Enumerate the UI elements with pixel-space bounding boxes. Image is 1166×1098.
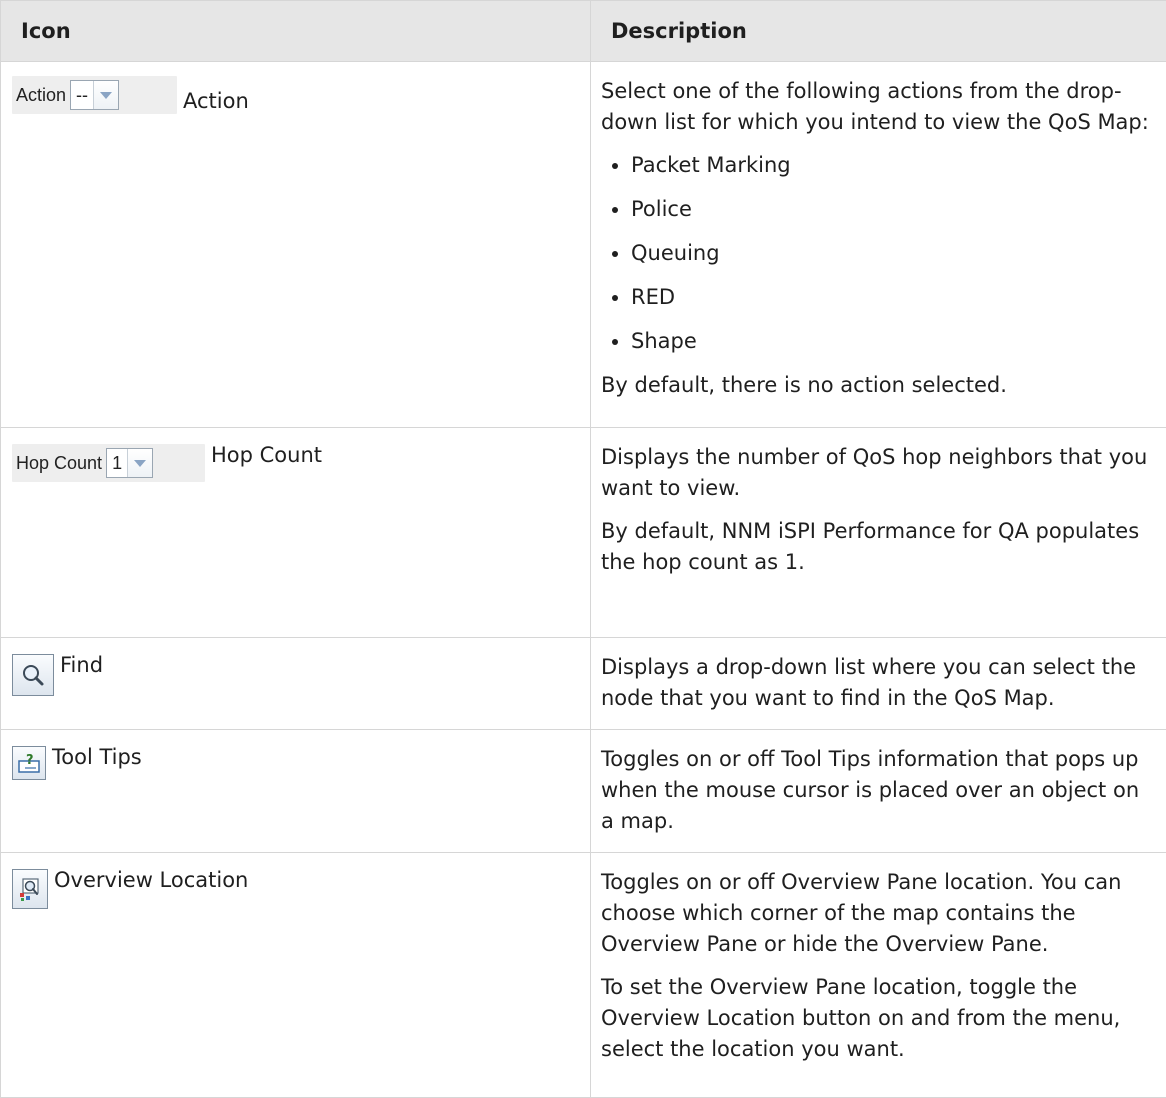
description-cell: Select one of the following actions from…: [591, 62, 1166, 428]
icon-label: Find: [60, 650, 103, 681]
header-row: Icon Description: [1, 1, 1166, 62]
description-text: By default, NNM iSPI Performance for QA …: [601, 516, 1158, 578]
list-item: Police: [631, 194, 1158, 225]
overview-location-icon: [18, 876, 42, 902]
hop-count-combo-caption: Hop Count: [16, 448, 102, 479]
list-item: RED: [631, 282, 1158, 313]
overview-location-button[interactable]: [12, 869, 48, 909]
icon-cell: Overview Location: [1, 853, 591, 1098]
icon-cell: Action -- Action: [1, 62, 591, 428]
description-cell: Toggles on or off Overview Pane location…: [591, 853, 1166, 1098]
description-text: To set the Overview Pane location, toggl…: [601, 972, 1158, 1065]
icon-label: Action: [183, 86, 249, 117]
description-cell: Displays a drop-down list where you can …: [591, 638, 1166, 730]
action-list: Packet Marking Police Queuing RED Shape: [601, 150, 1158, 357]
icon-label: Tool Tips: [52, 742, 142, 773]
icon-description-table: Icon Description Action -- Action: [0, 0, 1166, 1098]
icon-label: Hop Count: [211, 440, 322, 471]
description-text: Displays a drop-down list where you can …: [601, 652, 1158, 714]
table-row: ? Tool Tips Toggles on or off Tool Tips …: [1, 730, 1166, 853]
table-row: Find Displays a drop-down list where you…: [1, 638, 1166, 730]
description-text: By default, there is no action selected.: [601, 370, 1158, 401]
list-item: Queuing: [631, 238, 1158, 269]
table-row: Hop Count 1 Hop Count Displays the numbe…: [1, 428, 1166, 638]
header-description: Description: [591, 1, 1166, 62]
description-text: Displays the number of QoS hop neighbors…: [601, 442, 1158, 504]
tool-tips-button[interactable]: ?: [12, 746, 46, 780]
description-cell: Displays the number of QoS hop neighbors…: [591, 428, 1166, 638]
list-item: Packet Marking: [631, 150, 1158, 181]
list-item: Shape: [631, 326, 1158, 357]
action-combo-value: --: [71, 82, 93, 108]
header-icon: Icon: [1, 1, 591, 62]
description-text: Toggles on or off Overview Pane location…: [601, 867, 1158, 960]
find-button[interactable]: [12, 654, 54, 696]
chevron-down-icon[interactable]: [127, 449, 152, 477]
hop-count-combo[interactable]: Hop Count 1: [12, 444, 205, 482]
description-text: Select one of the following actions from…: [601, 76, 1158, 138]
table-row: Overview Location Toggles on or off Over…: [1, 853, 1166, 1098]
icon-cell: Find: [1, 638, 591, 730]
icon-cell: Hop Count 1 Hop Count: [1, 428, 591, 638]
description-text: Toggles on or off Tool Tips information …: [601, 744, 1158, 837]
hop-count-combo-value: 1: [107, 450, 127, 476]
table-row: Action -- Action Select one of the follo…: [1, 62, 1166, 428]
chevron-down-icon[interactable]: [93, 81, 118, 109]
icon-cell: ? Tool Tips: [1, 730, 591, 853]
description-cell: Toggles on or off Tool Tips information …: [591, 730, 1166, 853]
icon-label: Overview Location: [54, 865, 248, 896]
action-combo-caption: Action: [16, 80, 66, 111]
tooltip-question-icon: ?: [17, 752, 41, 774]
magnifier-icon: [20, 662, 46, 688]
svg-text:?: ?: [26, 753, 34, 768]
action-combo[interactable]: Action --: [12, 76, 177, 114]
